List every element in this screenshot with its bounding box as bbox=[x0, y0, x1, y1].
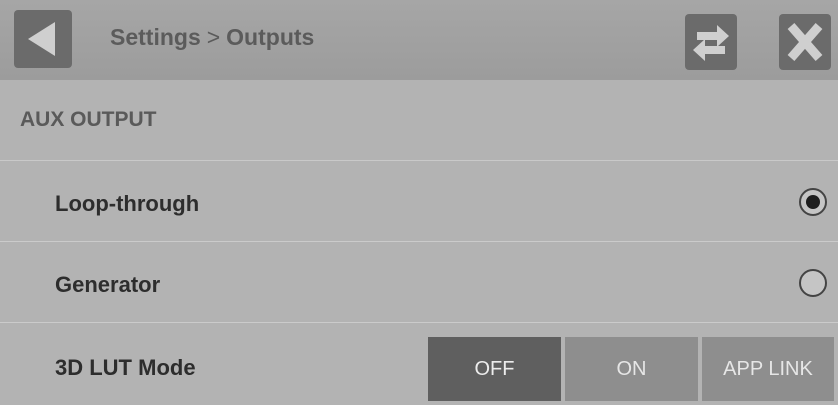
back-arrow-icon bbox=[28, 22, 55, 56]
swap-arrows-icon bbox=[693, 25, 729, 61]
lut-on-button[interactable]: ON bbox=[565, 337, 698, 401]
back-button[interactable] bbox=[14, 10, 72, 68]
option-loop-through[interactable]: Loop-through bbox=[0, 161, 838, 242]
breadcrumb: Settings > Outputs bbox=[110, 24, 314, 51]
section-header: AUX OUTPUT bbox=[0, 80, 838, 161]
lut-app-link-button[interactable]: APP LINK bbox=[702, 337, 834, 401]
lut-off-button[interactable]: OFF bbox=[428, 337, 561, 401]
title-bar: Settings > Outputs bbox=[0, 0, 838, 80]
option-label: Loop-through bbox=[55, 191, 200, 216]
close-button[interactable] bbox=[779, 14, 831, 70]
breadcrumb-root[interactable]: Settings bbox=[110, 24, 201, 50]
lut-mode-label: 3D LUT Mode bbox=[55, 355, 196, 380]
radio-generator[interactable] bbox=[799, 269, 827, 297]
breadcrumb-current: Outputs bbox=[226, 24, 315, 50]
radio-loop-through[interactable] bbox=[799, 188, 827, 216]
swap-button[interactable] bbox=[685, 14, 737, 70]
option-label: Generator bbox=[55, 272, 161, 297]
breadcrumb-separator: > bbox=[206, 24, 221, 50]
close-x-icon bbox=[787, 23, 823, 61]
section-title: AUX OUTPUT bbox=[20, 108, 157, 131]
option-generator[interactable]: Generator bbox=[0, 242, 838, 323]
